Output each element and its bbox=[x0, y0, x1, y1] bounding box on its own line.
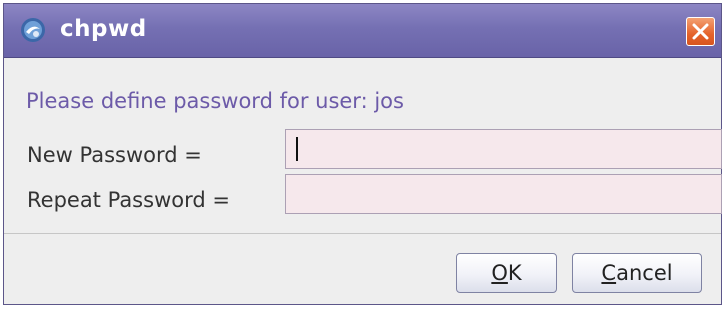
title-bar[interactable]: chpwd bbox=[4, 4, 721, 58]
close-button[interactable] bbox=[686, 17, 715, 46]
cancel-mnemonic: C bbox=[601, 261, 617, 285]
cancel-button[interactable]: Cancel bbox=[572, 253, 702, 293]
password-prompt: Please define password for user: jos bbox=[26, 89, 404, 113]
repeat-password-input[interactable] bbox=[286, 175, 721, 213]
chpwd-dialog: chpwd Please define password for user: j… bbox=[3, 3, 722, 305]
window-title: chpwd bbox=[60, 16, 147, 42]
repeat-password-field[interactable] bbox=[285, 174, 722, 214]
button-separator bbox=[4, 233, 721, 234]
repeat-password-label: Repeat Password = bbox=[27, 188, 230, 212]
java-app-icon bbox=[20, 17, 46, 43]
close-icon bbox=[692, 23, 709, 40]
cancel-label-rest: ancel bbox=[616, 261, 673, 285]
ok-button[interactable]: OK bbox=[456, 253, 557, 293]
new-password-input[interactable] bbox=[286, 130, 721, 168]
ok-mnemonic: O bbox=[491, 261, 508, 285]
new-password-label: New Password = bbox=[27, 143, 202, 167]
text-caret bbox=[296, 137, 298, 161]
new-password-field[interactable] bbox=[285, 129, 722, 169]
ok-label-rest: K bbox=[507, 261, 522, 285]
